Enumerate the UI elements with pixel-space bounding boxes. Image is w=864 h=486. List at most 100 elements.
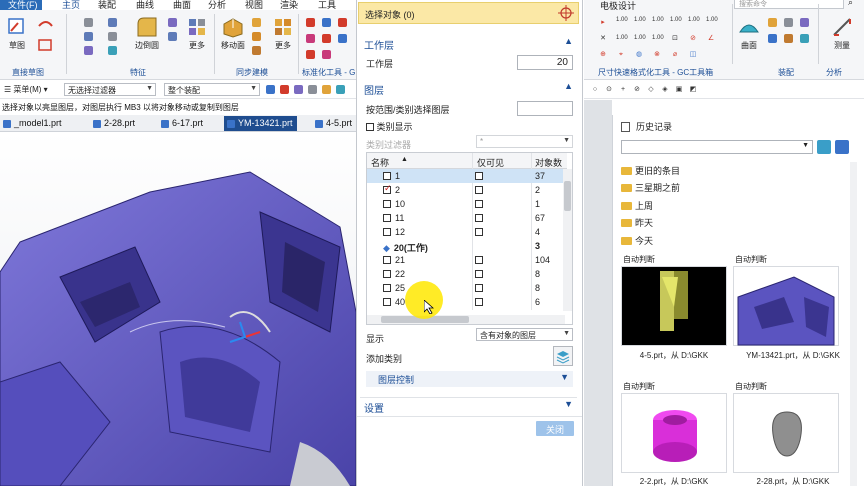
gc-tool-icon[interactable] (306, 50, 315, 59)
gc-tool-icon[interactable] (306, 34, 315, 43)
layer-visibility-checkbox[interactable] (383, 298, 391, 306)
section-work-layer[interactable]: 工作层 ▲ (360, 35, 577, 52)
dim-tool-icon[interactable]: ⌖ (616, 50, 626, 59)
feature-mini-icon[interactable] (108, 46, 117, 55)
visible-only-checkbox[interactable] (475, 214, 483, 222)
sync-mini-icon[interactable] (252, 32, 261, 41)
sketch-button[interactable]: 草图 (4, 16, 30, 51)
history-thumbnail[interactable] (621, 393, 727, 473)
dim-tool-icon[interactable]: 1.00 (652, 34, 664, 43)
crosshair-icon[interactable] (557, 5, 575, 21)
snap-icon[interactable]: ⊙ (604, 85, 614, 94)
visible-only-checkbox[interactable] (475, 298, 483, 306)
history-thumbnail[interactable] (733, 266, 839, 346)
visible-only-checkbox[interactable] (475, 256, 483, 264)
layer-table-hscroll[interactable] (367, 315, 565, 324)
assembly-tool-icon[interactable] (768, 18, 777, 27)
command-search-input[interactable]: 搜索命令 (734, 0, 844, 9)
dim-tool-icon[interactable]: 1.00 (688, 16, 700, 25)
feature-mini-icon[interactable] (108, 32, 117, 41)
visible-only-checkbox[interactable] (475, 172, 483, 180)
file-tab[interactable]: _model1.prt (0, 116, 66, 131)
assembly-tool-icon[interactable] (800, 18, 809, 27)
history-folder[interactable]: 三星期之前 (621, 181, 680, 194)
dim-tool-icon[interactable]: ∠ (706, 34, 716, 43)
dim-tool-icon[interactable]: 1.00 (706, 16, 718, 25)
edge-blend-button[interactable]: 边倒圆 (132, 16, 162, 51)
feature-mini-icon[interactable] (108, 18, 117, 27)
layer-row[interactable]: 10 1 (367, 197, 567, 211)
layer-visibility-checkbox[interactable] (383, 183, 392, 194)
feature-mini-icon[interactable] (168, 18, 177, 27)
snap-icon[interactable] (294, 85, 303, 94)
snap-icon[interactable]: ▣ (674, 85, 684, 94)
measure-button[interactable]: 测量 (828, 16, 856, 51)
dim-tool-icon[interactable]: 1.00 (616, 16, 628, 25)
tab-electrode-design[interactable]: 电极设计 (600, 0, 636, 12)
snap-icon[interactable]: ⊘ (632, 85, 642, 94)
gc-tool-icon[interactable] (322, 18, 331, 27)
layer-table-vscroll[interactable] (563, 169, 572, 311)
history-scrollbar[interactable] (850, 162, 857, 486)
sort-asc-icon[interactable]: ▲ (401, 156, 408, 163)
history-filter-dropdown[interactable]: ▼ (621, 140, 813, 154)
dim-tool-icon[interactable]: 1.00 (616, 34, 628, 43)
gc-tool-icon[interactable] (338, 34, 347, 43)
snap-icon[interactable] (336, 85, 345, 94)
dim-tool-icon[interactable]: ✕ (598, 34, 608, 43)
dim-tool-icon[interactable]: ◫ (688, 50, 698, 59)
history-thumbnail[interactable] (733, 393, 839, 473)
sync-mini-icon[interactable] (252, 46, 261, 55)
snap-icon[interactable]: + (618, 85, 628, 94)
move-face-button[interactable]: 移动面 (218, 16, 248, 51)
file-tab[interactable]: 4-5.prt (312, 116, 356, 131)
assembly-tool-icon[interactable] (784, 18, 793, 27)
snap-icon[interactable]: ○ (590, 85, 600, 94)
dim-tool-icon[interactable]: 1.00 (670, 16, 682, 25)
surface-button[interactable]: 曲面 (736, 16, 762, 51)
assembly-tool-icon[interactable] (784, 34, 793, 43)
display-dropdown[interactable]: 含有对象的图层 ▼ (476, 328, 573, 341)
gc-tool-icon[interactable] (322, 50, 331, 59)
visible-only-checkbox[interactable] (475, 186, 483, 194)
layer-visibility-checkbox[interactable] (383, 228, 391, 236)
layers-icon[interactable] (553, 346, 573, 366)
dim-tool-icon[interactable]: 1.00 (634, 16, 646, 25)
layer-row[interactable]: 22 8 (367, 267, 567, 281)
layer-row[interactable]: 1 37 (367, 169, 567, 183)
visible-only-checkbox[interactable] (475, 270, 483, 278)
history-folder[interactable]: 昨天 (621, 216, 653, 229)
snap-icon[interactable]: ◇ (646, 85, 656, 94)
feature-mini-icon[interactable] (84, 18, 93, 27)
dim-tool-icon[interactable]: 1.00 (652, 16, 664, 25)
graphics-viewport[interactable] (0, 132, 356, 486)
assembly-tool-icon[interactable] (768, 34, 777, 43)
dim-tool-icon[interactable]: 1.00 (634, 34, 646, 43)
file-tab[interactable]: 2-28.prt (90, 116, 139, 131)
layer-row[interactable]: 11 67 (367, 211, 567, 225)
visible-only-checkbox[interactable] (475, 200, 483, 208)
refresh-icon[interactable] (817, 140, 831, 154)
feature-mini-icon[interactable] (84, 32, 93, 41)
section-layers[interactable]: 图层 ▲ (360, 80, 577, 97)
tab-file[interactable]: 文件(F) (0, 0, 42, 10)
layer-visibility-checkbox[interactable] (383, 214, 391, 222)
dim-tool-icon[interactable]: ⊡ (670, 34, 680, 43)
dim-tool-icon[interactable]: ⊗ (652, 50, 662, 59)
dim-tool-icon[interactable]: ◍ (634, 50, 644, 59)
file-tab-active[interactable]: YM-13421.prt (224, 116, 297, 131)
category-filter-dropdown[interactable]: * ▼ (476, 135, 573, 148)
assembly-scope-dropdown[interactable]: 整个装配 ▼ (164, 83, 260, 96)
history-folder[interactable]: 今天 (621, 234, 653, 247)
selection-filter-dropdown[interactable]: 无选择过滤器 ▼ (64, 83, 156, 96)
column-visible-only[interactable]: 仅可见 (477, 156, 504, 169)
layer-row[interactable]: 21 104 (367, 253, 567, 267)
snap-icon[interactable]: ◈ (660, 85, 670, 94)
dim-tool-icon[interactable]: ⊘ (688, 34, 698, 43)
layer-row[interactable]: 2 2 (367, 183, 567, 197)
layer-visibility-checkbox[interactable] (383, 172, 391, 180)
select-objects-bar[interactable]: 选择对象 (0) (358, 2, 579, 24)
scroll-thumb[interactable] (564, 181, 571, 211)
feature-mini-icon[interactable] (84, 46, 93, 55)
layer-visibility-checkbox[interactable] (383, 270, 391, 278)
